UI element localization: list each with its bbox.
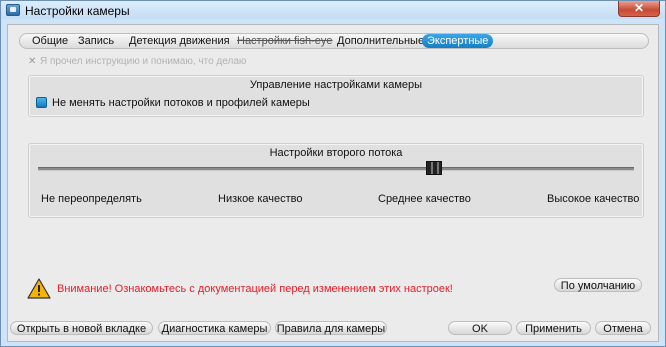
tab-advanced[interactable]: Дополнительные [332,34,429,48]
slider-label-high: Высокое качество [547,193,640,205]
warning-message: Внимание! Ознакомьтесь с документацией п… [57,283,453,295]
camera-settings-title: Управление настройками камеры [249,79,423,91]
slider-label-no-override: Не переопределять [41,193,142,205]
second-stream-group: Настройки второго потока Не переопределя… [29,144,643,217]
cancel-button[interactable]: Отмена [595,321,651,335]
open-new-tab-button[interactable]: Открыть в новой вкладке [10,321,153,335]
close-button[interactable]: ✕ [618,1,660,17]
camera-diagnostics-button[interactable]: Диагностика камеры [158,321,271,335]
tab-expert[interactable]: Экспертные [422,34,494,48]
quality-slider-track[interactable] [38,167,634,171]
acknowledge-label: Я прочел инструкцию и понимаю, что делаю [40,56,247,67]
dialog-window: Настройки камеры ✕ Общие Запись Детекция… [0,0,666,347]
ok-button[interactable]: OK [448,321,512,335]
apply-button[interactable]: Применить [516,321,591,335]
warning-triangle-icon [27,278,51,299]
defaults-button[interactable]: По умолчанию [554,278,642,292]
tab-bar: Общие Запись Детекция движения Настройки… [19,33,649,49]
window-title: Настройки камеры [25,4,130,18]
app-icon [6,4,20,16]
camera-settings-group: Управление настройками камеры Не менять … [29,76,643,116]
tab-fisheye[interactable]: Настройки fish-eye [232,34,338,48]
keep-streams-label: Не менять настройки потоков и профилей к… [52,97,310,109]
slider-label-low: Низкое качество [218,193,303,205]
second-stream-title: Настройки второго потока [269,147,403,159]
tab-general[interactable]: Общие [27,34,73,48]
checkbox-x-mark-icon: ✕ [28,56,37,67]
tab-motion-detection[interactable]: Детекция движения [124,34,235,48]
tab-recording[interactable]: Запись [73,34,119,48]
quality-slider-thumb[interactable] [426,161,442,175]
camera-rules-button[interactable]: Правила для камеры [275,321,387,335]
title-bar[interactable]: Настройки камеры ✕ [1,1,665,19]
keep-streams-checkbox[interactable] [36,97,47,108]
slider-label-medium: Среднее качество [378,193,471,205]
dialog-content: Общие Запись Детекция движения Настройки… [7,24,659,342]
